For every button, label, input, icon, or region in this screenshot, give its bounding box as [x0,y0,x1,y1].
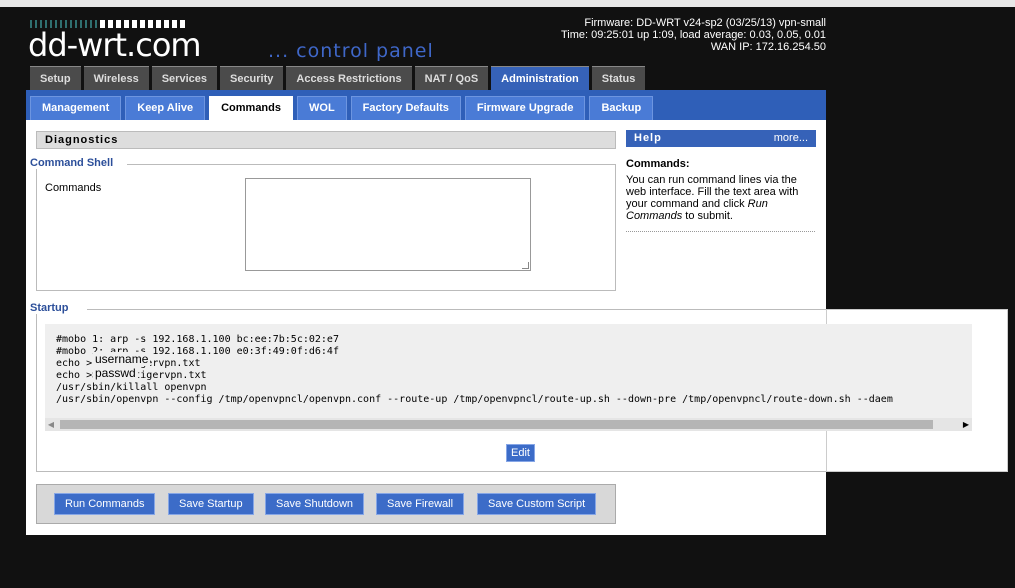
tab-wireless[interactable]: Wireless [83,66,149,91]
help-text: You can run command lines via the web in… [626,174,799,222]
scroll-right-icon[interactable]: ▶ [960,418,972,431]
subtab-firmware-upgrade[interactable]: Firmware Upgrade [464,96,586,121]
tab-status[interactable]: Status [591,66,646,91]
startup-script-box[interactable]: #mobo 1: arp -s 192.168.1.100 bc:ee:7b:5… [45,324,972,431]
tab-security[interactable]: Security [219,66,284,91]
firmware-info: Firmware: DD-WRT v24-sp2 (03/25/13) vpn-… [561,17,826,53]
save-custom-script-button[interactable]: Save Custom Script [477,493,597,515]
control-panel-subtitle: ... control panel [268,40,434,62]
help-heading: Commands: [626,158,690,170]
subtab-commands[interactable]: Commands [209,96,293,123]
wan-ip: WAN IP: 172.16.254.50 [710,41,826,53]
save-startup-button[interactable]: Save Startup [168,493,254,515]
uptime: Time: 09:25:01 up 1:09, load average: 0.… [560,29,826,41]
startup-legend: Startup [30,302,87,314]
run-commands-button[interactable]: Run Commands [54,493,156,515]
browser-top-strip [0,0,1015,7]
firmware-version: Firmware: DD-WRT v24-sp2 (03/25/13) vpn-… [584,17,826,29]
subtab-management[interactable]: Management [30,96,122,121]
subtab-keep-alive[interactable]: Keep Alive [125,96,206,121]
help-divider [626,231,815,232]
edit-startup-button[interactable]: Edit [506,444,535,462]
help-more-link[interactable]: more... [774,130,808,147]
tab-administration[interactable]: Administration [491,66,589,92]
tab-nat-qos[interactable]: NAT / QoS [414,66,489,91]
save-firewall-button[interactable]: Save Firewall [376,493,465,515]
subtab-backup[interactable]: Backup [589,96,654,121]
subtab-wol[interactable]: WOL [297,96,347,121]
startup-line-5: /usr/sbin/killall openvpn [56,382,207,393]
startup-line-1: #mobo 1: arp -s 192.168.1.100 bc:ee:7b:5… [56,334,339,345]
command-shell-legend: Command Shell [30,157,128,169]
username-overlay: username [93,352,151,366]
logo: dd-wrt.com [28,26,202,64]
passwd-overlay: passwd [93,366,138,380]
tab-setup[interactable]: Setup [30,66,81,91]
tab-services[interactable]: Services [151,66,217,91]
scroll-left-icon[interactable]: ◀ [45,418,57,431]
commands-textarea[interactable] [245,178,531,271]
tab-access-restrictions[interactable]: Access Restrictions [286,66,412,91]
sub-tabs: Management Keep Alive Commands WOL Facto… [30,96,654,123]
save-shutdown-button[interactable]: Save Shutdown [265,493,365,515]
subtab-factory-defaults[interactable]: Factory Defaults [350,96,461,121]
main-tabs: Setup Wireless Services Security Access … [30,66,646,92]
commands-label: Commands [45,182,102,194]
startup-horizontal-scrollbar[interactable]: ◀ ▶ [45,418,972,431]
diagnostics-title: Diagnostics [36,131,616,149]
help-title: Help more... [626,130,816,147]
scroll-thumb[interactable] [60,420,933,429]
resize-grip-icon[interactable] [522,262,529,269]
startup-line-6: /usr/sbin/openvpn --config /tmp/openvpnc… [56,394,893,405]
